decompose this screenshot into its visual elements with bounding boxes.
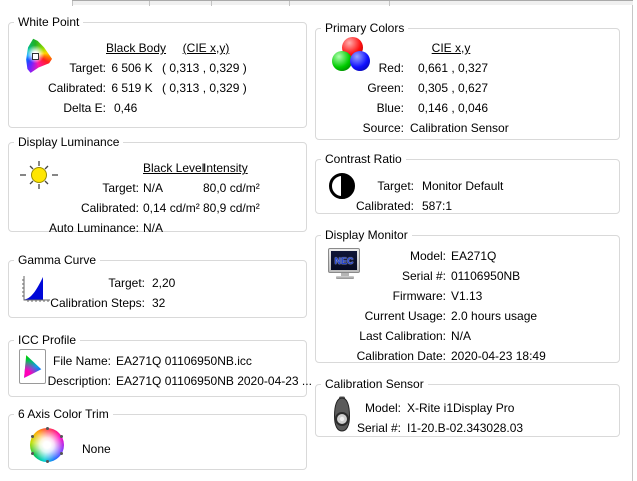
calibration-sensor-section: Calibration Sensor Model: X-Rite i1Displ… — [315, 384, 620, 437]
row-value: ( 0,313 , 0,329 ) — [158, 81, 254, 95]
row-label: Red: — [316, 61, 404, 75]
column-header-cie-xy: CIE x,y — [410, 41, 492, 55]
six-axis-value: None — [76, 442, 304, 456]
row-value: V1.13 — [446, 289, 617, 303]
display-monitor-section: Display Monitor NEC Model: EA271Q Serial… — [315, 235, 620, 363]
gamma-curve-table: Target: 2,20 Calibration Steps: 32 — [9, 273, 304, 313]
row-label: Calibration Steps: — [9, 296, 145, 310]
primary-colors-title: Primary Colors — [321, 21, 408, 35]
column-header-black-body: Black Body — [106, 41, 158, 55]
row-value: X-Rite i1Display Pro — [401, 401, 617, 415]
column-header-intensity: Intensity — [199, 161, 304, 175]
column-header-cie-xy: (CIE x,y) — [158, 41, 254, 55]
display-luminance-title: Display Luminance — [14, 135, 123, 149]
contrast-ratio-table: Target: Monitor Default Calibrated: 587:… — [316, 176, 617, 216]
delta-e-label: Delta E: — [9, 101, 106, 115]
column-header-black-level: Black Level — [139, 161, 199, 175]
row-value: EA271Q 01106950NB.icc — [111, 354, 312, 368]
tab-strip[interactable] — [72, 0, 633, 5]
row-value: 587:1 — [414, 199, 617, 213]
row-label: Target: — [9, 61, 106, 75]
row-value: I1-20.B-02.343028.03 — [401, 421, 617, 435]
white-point-table: Black Body (CIE x,y) Target: 6 506 K ( 0… — [9, 38, 304, 118]
primary-colors-section: Primary Colors CIE x,y Red: 0,661 , 0,32… — [315, 28, 620, 140]
row-label: Serial #: — [316, 421, 401, 435]
row-value: N/A — [139, 221, 199, 235]
display-monitor-table: Model: EA271Q Serial #: 01106950NB Firmw… — [316, 246, 617, 366]
display-luminance-section: Display Luminance Black Level Intensity … — [8, 142, 307, 232]
row-value: 6 519 K — [106, 81, 158, 95]
panel-right-border — [632, 5, 633, 481]
tab-divider — [211, 1, 212, 6]
row-value: Calibration Sensor — [404, 121, 617, 135]
contrast-ratio-section: Contrast Ratio Target: Monitor Default C… — [315, 159, 620, 214]
row-label: Calibrated: — [316, 199, 414, 213]
tab-divider — [289, 1, 290, 6]
row-label: File Name: — [9, 354, 111, 368]
row-label: Serial #: — [316, 269, 446, 283]
display-luminance-table: Black Level Intensity Target: N/A 80,0 c… — [9, 158, 304, 238]
row-value: 0,305 , 0,627 — [404, 81, 617, 95]
calibration-sensor-table: Model: X-Rite i1Display Pro Serial #: I1… — [316, 398, 617, 438]
delta-e-value: 0,46 — [106, 101, 254, 115]
row-value: Monitor Default — [414, 179, 617, 193]
display-monitor-title: Display Monitor — [321, 228, 412, 242]
six-axis-title: 6 Axis Color Trim — [14, 407, 113, 421]
calibration-sensor-title: Calibration Sensor — [321, 377, 428, 391]
row-label: Calibrated: — [9, 201, 139, 215]
primary-colors-table: CIE x,y Red: 0,661 , 0,327 Green: 0,305 … — [316, 38, 617, 138]
row-value: N/A — [446, 329, 617, 343]
row-value: EA271Q 01106950NB 2020-04-23 ... — [111, 374, 312, 388]
row-value: N/A — [139, 181, 199, 195]
row-label: Description: — [9, 374, 111, 388]
row-value: 6 506 K — [106, 61, 158, 75]
row-value: 80,0 cd/m² — [199, 181, 304, 195]
row-value: 0,146 , 0,046 — [404, 101, 617, 115]
tab-divider — [389, 1, 390, 6]
row-value: 2,20 — [145, 276, 304, 290]
row-label: Source: — [316, 121, 404, 135]
row-label: Blue: — [316, 101, 404, 115]
tab-divider — [72, 1, 73, 6]
row-label: Target: — [9, 276, 145, 290]
gamma-curve-title: Gamma Curve — [14, 253, 100, 267]
six-axis-color-trim-section: 6 Axis Color Trim None — [8, 414, 307, 470]
row-value: 2020-04-23 18:49 — [446, 349, 617, 363]
tab-divider — [149, 1, 150, 6]
row-label: Calibrated: — [9, 81, 106, 95]
row-value: 2.0 hours usage — [446, 309, 617, 323]
row-label: Target: — [9, 181, 139, 195]
row-value: 32 — [145, 296, 304, 310]
row-label: Firmware: — [316, 289, 446, 303]
gamma-curve-section: Gamma Curve Target: 2,20 Calibration Ste… — [8, 260, 307, 318]
white-point-section: White Point Black Body (CIE x,y) Target:… — [8, 22, 307, 128]
row-label: Current Usage: — [316, 309, 446, 323]
row-label: Last Calibration: — [316, 329, 446, 343]
row-value: 01106950NB — [446, 269, 617, 283]
row-value: 0,14 cd/m² — [139, 201, 199, 215]
contrast-ratio-title: Contrast Ratio — [321, 152, 406, 166]
white-point-title: White Point — [14, 15, 83, 29]
row-label: Model: — [316, 401, 401, 415]
icc-profile-section: ICC Profile File Name: EA271Q 01106950NB… — [8, 340, 307, 397]
row-value: 0,661 , 0,327 — [404, 61, 617, 75]
row-value: 80,9 cd/m² — [199, 201, 304, 215]
icc-profile-title: ICC Profile — [14, 333, 80, 347]
row-label: Auto Luminance: — [9, 221, 139, 235]
row-label: Target: — [316, 179, 414, 193]
row-label: Model: — [316, 249, 446, 263]
row-value: ( 0,313 , 0,329 ) — [158, 61, 254, 75]
row-label: Calibration Date: — [316, 349, 446, 363]
icc-profile-table: File Name: EA271Q 01106950NB.icc Descrip… — [9, 351, 304, 391]
six-axis-table: None — [9, 439, 304, 459]
row-value: EA271Q — [446, 249, 617, 263]
row-label: Green: — [316, 81, 404, 95]
